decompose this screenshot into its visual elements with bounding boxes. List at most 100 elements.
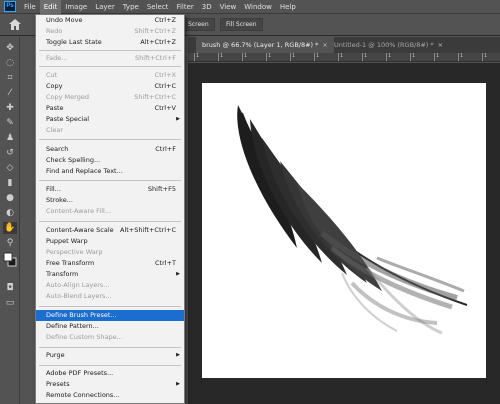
menu-item-auto-blend-layers[interactable]: Auto-Blend Layers... bbox=[36, 291, 184, 302]
menu-item-redo[interactable]: Redo Shift+Ctrl+Z bbox=[36, 26, 184, 37]
menu-item-paste-special[interactable]: Paste Special ▶ bbox=[36, 114, 184, 125]
gradient-tool-icon[interactable]: ▮ bbox=[3, 177, 17, 189]
menu-file[interactable]: File bbox=[20, 0, 40, 14]
document-canvas[interactable] bbox=[202, 83, 486, 378]
tab-untitled-1[interactable]: Untitled-1 @ 100% (RGB/8#) * × bbox=[328, 37, 449, 53]
menu-layer[interactable]: Layer bbox=[91, 0, 119, 14]
ruler-tick bbox=[218, 53, 219, 61]
menu-item-check-spelling[interactable]: Check Spelling... bbox=[36, 155, 184, 166]
hand-tool-icon[interactable]: ✋ bbox=[3, 222, 17, 234]
ruler-tick bbox=[386, 53, 387, 61]
menu-item-define-pattern[interactable]: Define Pattern... bbox=[36, 321, 184, 332]
menu-separator bbox=[39, 221, 181, 222]
ruler-label: 1 bbox=[268, 53, 272, 59]
ruler-tick bbox=[338, 53, 339, 61]
menu-item-search[interactable]: Search Ctrl+F bbox=[36, 144, 184, 155]
dodge-tool-icon[interactable]: ◐ bbox=[3, 207, 17, 219]
close-icon[interactable]: × bbox=[438, 41, 443, 49]
screen-button[interactable]: Screen bbox=[182, 18, 215, 31]
crop-tool-icon[interactable]: ⌗ bbox=[3, 72, 17, 84]
menu-item-clear[interactable]: Clear bbox=[36, 125, 184, 136]
tab-brush[interactable]: brush @ 66.7% (Layer 1, RGB/8#) * × bbox=[196, 37, 334, 53]
ruler-label: 1 bbox=[196, 53, 200, 59]
menu-filter[interactable]: Filter bbox=[172, 0, 197, 14]
ruler-label: 1 bbox=[436, 53, 440, 59]
ruler-tick bbox=[410, 53, 411, 61]
menu-help[interactable]: Help bbox=[276, 0, 300, 14]
menu-item-puppet-warp[interactable]: Puppet Warp bbox=[36, 236, 184, 247]
healing-brush-icon[interactable]: ✚ bbox=[3, 102, 17, 114]
stamp-tool-icon[interactable]: ♟ bbox=[3, 132, 17, 144]
menu-item-transform[interactable]: Transform ▶ bbox=[36, 269, 184, 280]
document-tabs: brush @ 66.7% (Layer 1, RGB/8#) * × Untit… bbox=[188, 37, 500, 53]
move-tool-icon[interactable]: ✥ bbox=[3, 42, 17, 54]
edit-menu-dropdown: Undo Move Ctrl+Z Redo Shift+Ctrl+Z Toggle … bbox=[35, 14, 185, 404]
ruler-tick bbox=[314, 53, 315, 61]
menu-select[interactable]: Select bbox=[143, 0, 173, 14]
menu-separator bbox=[39, 180, 181, 181]
brush-tool-icon[interactable]: ✎ bbox=[3, 117, 17, 129]
ruler-tick bbox=[458, 53, 459, 61]
zoom-tool-icon[interactable]: ⚲ bbox=[3, 237, 17, 249]
menu-item-remote-connections[interactable]: Remote Connections... bbox=[36, 390, 184, 401]
blur-tool-icon[interactable]: ● bbox=[3, 192, 17, 204]
color-swatches-icon[interactable] bbox=[3, 252, 17, 267]
menu-item-toggle-last-state[interactable]: Toggle Last State Alt+Ctrl+Z bbox=[36, 37, 184, 48]
menu-item-perspective-warp[interactable]: Perspective Warp bbox=[36, 247, 184, 258]
menu-item-free-transform[interactable]: Free Transform Ctrl+T bbox=[36, 258, 184, 269]
menu-item-cut[interactable]: Cut Ctrl+X bbox=[36, 70, 184, 81]
menu-view[interactable]: View bbox=[216, 0, 241, 14]
menu-item-stroke[interactable]: Stroke... bbox=[36, 195, 184, 206]
lasso-tool-icon[interactable]: ◌ bbox=[3, 57, 17, 69]
menu-edit[interactable]: Edit bbox=[39, 0, 62, 14]
ruler-label: 1 bbox=[244, 53, 248, 59]
menu-item-define-custom-shape[interactable]: Define Custom Shape... bbox=[36, 332, 184, 343]
ruler-label: 1 bbox=[484, 53, 488, 59]
screen-mode-icon[interactable]: ▭ bbox=[3, 297, 17, 309]
tools-panel: ✥ ◌ ⌗ ⁄ ✚ ✎ ♟ ↺ ◇ ▮ ● ◐ ✋ ⚲ ◘ ▭ bbox=[0, 37, 20, 404]
menu-item-paste[interactable]: Paste Ctrl+V bbox=[36, 103, 184, 114]
menu-item-fill[interactable]: Fill... Shift+F5 bbox=[36, 184, 184, 195]
menu-item-adobe-pdf-presets[interactable]: Adobe PDF Presets... bbox=[36, 368, 184, 379]
tab-untitled-label: Untitled-1 @ 100% (RGB/8#) * bbox=[334, 41, 434, 49]
ruler-label: 1 bbox=[460, 53, 464, 59]
ruler-label: 1 bbox=[316, 53, 320, 59]
eyedropper-tool-icon[interactable]: ⁄ bbox=[3, 87, 17, 99]
ruler-tick bbox=[242, 53, 243, 61]
ruler-label: 1 bbox=[340, 53, 344, 59]
photoshop-logo: Ps bbox=[4, 1, 16, 12]
canvas-area[interactable] bbox=[188, 63, 500, 404]
menu-type[interactable]: Type bbox=[119, 0, 143, 14]
submenu-arrow-icon: ▶ bbox=[176, 352, 180, 358]
menu-item-find-replace[interactable]: Find and Replace Text... bbox=[36, 166, 184, 177]
menu-separator bbox=[39, 50, 181, 51]
quick-mask-icon[interactable]: ◘ bbox=[3, 282, 17, 294]
ruler-label: 1 bbox=[292, 53, 296, 59]
menu-item-copy-merged[interactable]: Copy Merged Shift+Ctrl+C bbox=[36, 92, 184, 103]
ruler-tick bbox=[194, 53, 195, 61]
menu-item-content-aware-scale[interactable]: Content-Aware Scale Alt+Shift+Ctrl+C bbox=[36, 225, 184, 236]
history-brush-icon[interactable]: ↺ bbox=[3, 147, 17, 159]
eraser-tool-icon[interactable]: ◇ bbox=[3, 162, 17, 174]
menu-item-copy[interactable]: Copy Ctrl+C bbox=[36, 81, 184, 92]
menu-item-presets[interactable]: Presets ▶ bbox=[36, 379, 184, 390]
menu-window[interactable]: Window bbox=[240, 0, 276, 14]
home-icon[interactable] bbox=[9, 19, 21, 30]
ruler-tick bbox=[290, 53, 291, 61]
menu-item-auto-align-layers[interactable]: Auto-Align Layers... bbox=[36, 280, 184, 291]
menu-item-content-aware-fill[interactable]: Content-Aware Fill... bbox=[36, 206, 184, 217]
submenu-arrow-icon: ▶ bbox=[176, 271, 180, 277]
menu-item-undo[interactable]: Undo Move Ctrl+Z bbox=[36, 15, 184, 26]
ruler-tick bbox=[266, 53, 267, 61]
menu-item-purge[interactable]: Purge ▶ bbox=[36, 350, 184, 361]
ruler-tick bbox=[362, 53, 363, 61]
tab-brush-label: brush @ 66.7% (Layer 1, RGB/8#) * bbox=[202, 41, 319, 49]
fill-screen-button[interactable]: Fill Screen bbox=[220, 18, 263, 31]
ruler-label: 1 bbox=[412, 53, 416, 59]
menu-image[interactable]: Image bbox=[61, 0, 91, 14]
menu-item-fade[interactable]: Fade... Shift+Ctrl+F bbox=[36, 53, 184, 64]
menu-3d[interactable]: 3D bbox=[198, 0, 216, 14]
menu-separator bbox=[39, 306, 181, 307]
menu-bar: Ps File Edit Image Layer Type Select Fil… bbox=[0, 0, 500, 14]
menu-item-define-brush-preset[interactable]: Define Brush Preset... bbox=[36, 310, 184, 321]
